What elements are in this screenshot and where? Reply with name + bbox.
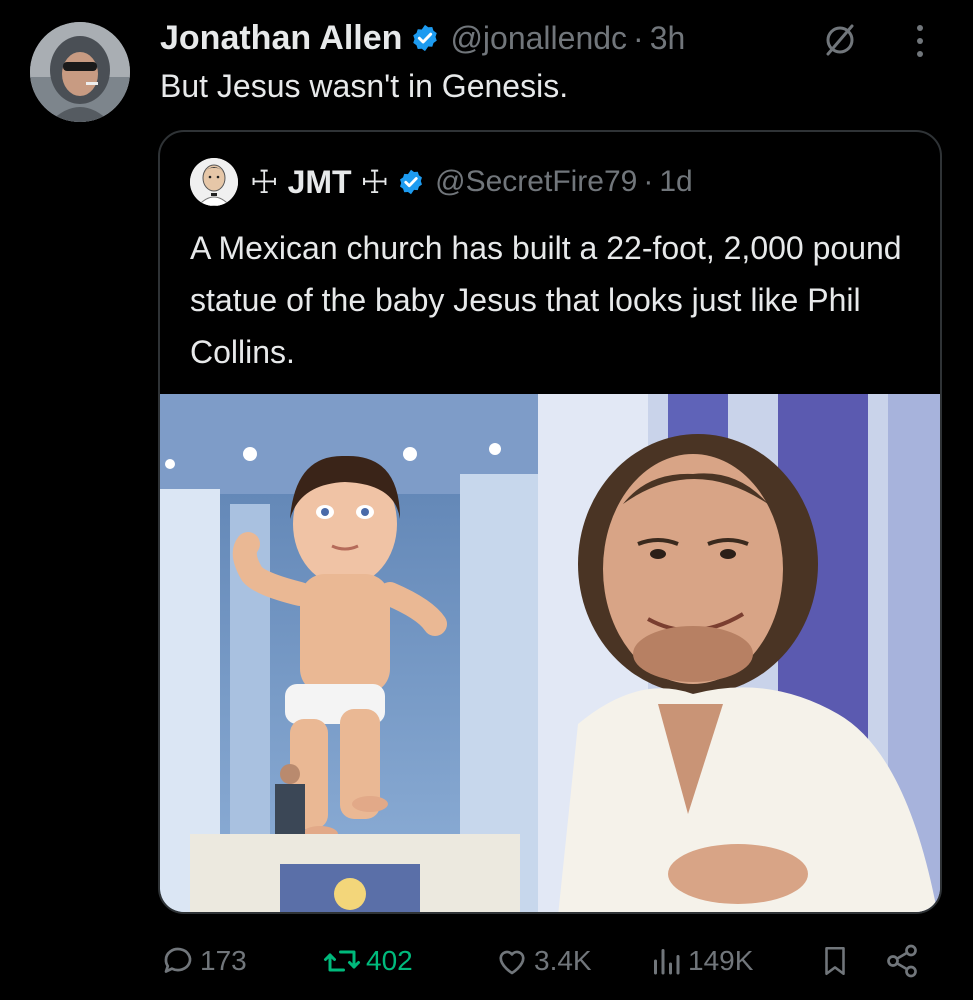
repost-button[interactable]: 402 [322,936,413,986]
like-button[interactable]: 3.4K [494,936,592,986]
views-button[interactable]: 149K [648,936,753,986]
quoted-tweet-text: A Mexican church has built a 22-foot, 2,… [190,230,902,370]
tweet-text: But Jesus wasn't in Genesis. [160,68,569,104]
phil-collins-portrait-icon [538,394,940,912]
avatar-photo-icon [30,22,130,122]
quoted-media-grid[interactable] [160,394,940,912]
quoted-display-name[interactable]: ☩ JMT ☩ [250,163,389,201]
phil-collins-photo[interactable] [538,394,940,912]
tweet-header: Jonathan Allen @jonallendc · 3h [160,18,685,58]
quoted-timestamp[interactable]: 1d [659,165,692,199]
views-count: 149K [688,945,754,976]
more-options-icon[interactable] [912,22,928,60]
tweet-timestamp[interactable]: 3h [650,20,686,57]
repost-count: 402 [366,945,413,976]
separator-dot: · [633,19,644,56]
like-count: 3.4K [534,945,592,976]
quoted-author-avatar[interactable] [190,158,238,206]
statue-photo[interactable] [160,394,538,912]
quoted-avatar-icon [190,158,238,206]
share-button[interactable] [884,936,924,986]
quoted-tweet-card[interactable]: ☩ JMT ☩ @SecretFire79 · 1d A Mexican chu… [158,130,942,914]
author-handle[interactable]: @jonallendc [450,20,627,57]
tweet-action-bar: 173 402 3.4K 149K [0,936,973,986]
grok-icon[interactable] [822,22,858,58]
views-chart-icon [654,949,680,975]
verified-badge-icon [413,24,438,52]
reply-count: 173 [200,945,247,976]
heart-icon [499,950,525,975]
repost-icon [324,950,360,972]
reply-button[interactable]: 173 [160,936,247,986]
baby-jesus-statue-icon [160,394,538,912]
quoted-separator-dot: · [643,165,654,198]
author-display-name[interactable]: Jonathan Allen [160,19,402,58]
quoted-verified-badge-icon [400,169,423,195]
bookmark-button[interactable] [818,936,856,986]
share-icon [887,944,917,978]
bookmark-icon [825,946,845,976]
quoted-handle[interactable]: @SecretFire79 [435,165,637,199]
reply-icon [164,947,192,973]
quoted-tweet-header: ☩ JMT ☩ @SecretFire79 · 1d [190,158,693,206]
author-avatar[interactable] [30,22,130,122]
